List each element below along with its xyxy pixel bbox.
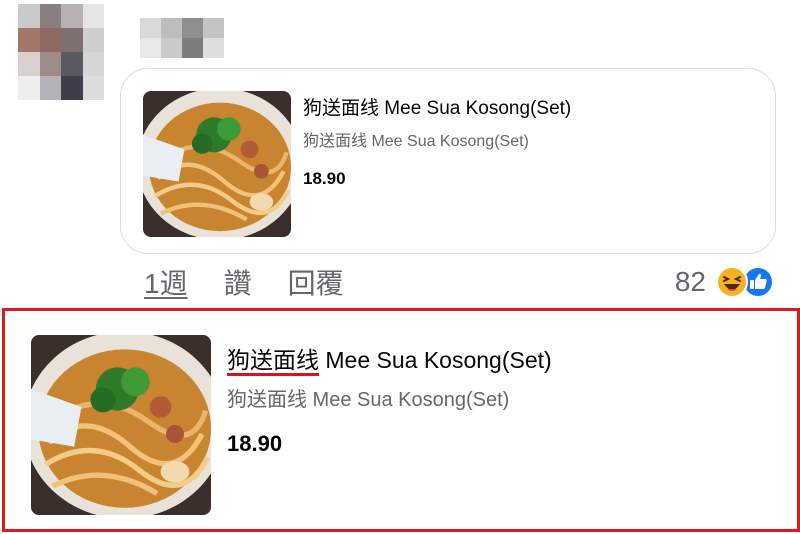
highlighted-product-price: 18.90 xyxy=(227,431,283,456)
highlighted-product: 狗送面线 Mee Sua Kosong(Set) 狗送面线 Mee Sua Ko… xyxy=(2,308,800,532)
product-image xyxy=(143,91,291,237)
reaction-summary[interactable]: 82 xyxy=(675,262,774,302)
highlighted-title-zh: 狗送面线 xyxy=(227,347,319,373)
reaction-count: 82 xyxy=(674,266,706,297)
product-share-card[interactable]: 狗送面线 Mee Sua Kosong(Set) 狗送面线 Mee Sua Ko… xyxy=(120,68,776,254)
product-image-large xyxy=(31,335,211,515)
product-title-zh: 狗送面线 xyxy=(303,98,380,119)
comment-actions: 1週 讚 回覆 xyxy=(144,262,344,302)
avatar[interactable] xyxy=(18,4,104,100)
product-title-en: Mee Sua Kosong(Set) xyxy=(384,98,572,119)
reply-button[interactable]: 回覆 xyxy=(288,262,344,302)
commenter-name[interactable] xyxy=(140,18,224,58)
like-button[interactable]: 讚 xyxy=(224,262,252,302)
haha-icon xyxy=(716,266,748,298)
product-subtitle: 狗送面线 Mee Sua Kosong(Set) xyxy=(303,133,529,150)
highlighted-product-subtitle: 狗送面线 Mee Sua Kosong(Set) xyxy=(227,389,510,411)
highlighted-product-title: 狗送面线 Mee Sua Kosong(Set) xyxy=(227,341,552,375)
product-price: 18.90 xyxy=(303,169,346,188)
highlighted-title-en: Mee Sua Kosong(Set) xyxy=(325,347,552,373)
product-title[interactable]: 狗送面线 Mee Sua Kosong(Set) xyxy=(303,93,571,120)
comment-timestamp-link[interactable]: 1週 xyxy=(144,262,188,302)
